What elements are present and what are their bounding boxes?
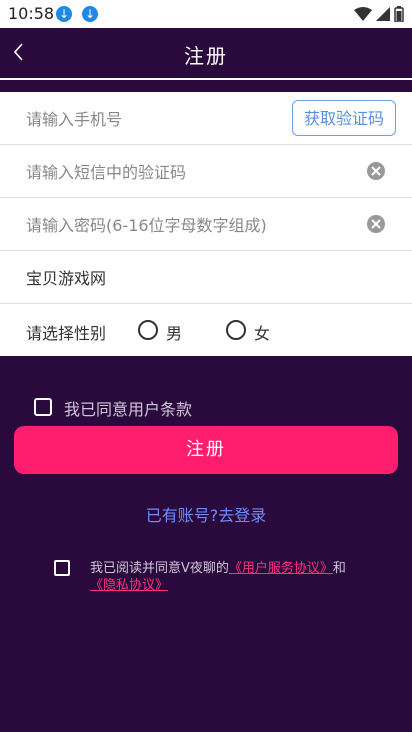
register-button[interactable]: 注册 (14, 426, 398, 474)
sms-code-input[interactable]: 请输入短信中的验证码 (26, 159, 186, 183)
policy-text: 我已阅读并同意V夜聊的《用户服务协议》和 《隐私协议》 (90, 560, 390, 594)
site-row: 宝贝游戏网 (0, 251, 412, 304)
gender-label: 请选择性别 (26, 324, 107, 343)
site-name-field[interactable]: 宝贝游戏网 (26, 265, 106, 289)
terms-label: 我已同意用户条款 (64, 400, 193, 419)
gender-female-radio[interactable] (226, 320, 246, 340)
phone-row: 请输入手机号 获取验证码 (0, 92, 412, 145)
clear-icon[interactable] (366, 161, 386, 181)
gender-female-label[interactable]: 女 (254, 320, 270, 344)
status-bar: 10:58 ↓ ↓ (0, 0, 412, 28)
phone-input[interactable]: 请输入手机号 (26, 106, 122, 130)
register-form: 请输入手机号 获取验证码 请输入短信中的验证码 请输入密码(6-16位字母数字组… (0, 92, 412, 356)
download-icon: ↓ (56, 6, 72, 22)
login-link[interactable]: 已有账号?去登录 (0, 502, 412, 526)
terms-checkbox[interactable] (34, 398, 52, 416)
get-code-button[interactable]: 获取验证码 (292, 100, 396, 136)
wifi-icon (354, 7, 372, 21)
policy-prefix: 我已阅读并同意V夜聊的 (90, 561, 229, 576)
user-agreement-link[interactable]: 《用户服务协议》 (229, 561, 333, 576)
status-time: 10:58 (8, 4, 55, 23)
gender-male-label[interactable]: 男 (166, 320, 182, 344)
gender-row: 请选择性别 男 女 (0, 304, 412, 356)
page-title: 注册 (184, 44, 228, 68)
sms-code-row: 请输入短信中的验证码 (0, 145, 412, 198)
policy-and: 和 (332, 561, 346, 576)
privacy-link[interactable]: 《隐私协议》 (90, 578, 168, 593)
system-icons (354, 6, 404, 22)
policy-checkbox[interactable] (54, 560, 70, 576)
clear-icon[interactable] (366, 214, 386, 234)
password-row: 请输入密码(6-16位字母数字组成) (0, 198, 412, 251)
gender-male-radio[interactable] (138, 320, 158, 340)
password-input[interactable]: 请输入密码(6-16位字母数字组成) (26, 212, 267, 236)
download-icon: ↓ (82, 6, 98, 22)
header: 注册 (0, 28, 412, 80)
battery-icon (394, 6, 404, 22)
signal-icon (376, 7, 390, 21)
